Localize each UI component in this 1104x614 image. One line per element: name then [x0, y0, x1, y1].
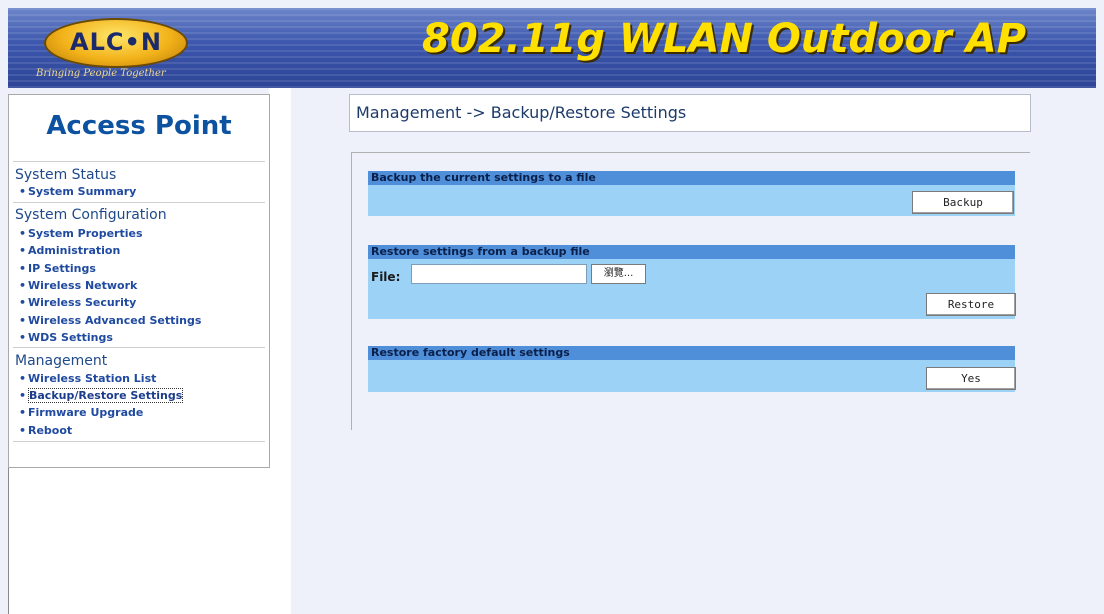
bullet-icon: •	[19, 314, 27, 327]
product-title: 802.11g WLAN Outdoor AP	[422, 16, 1027, 62]
sidebar-divider	[8, 466, 9, 614]
bullet-icon: •	[19, 406, 27, 419]
sidebar-item-wireless-advanced-settings[interactable]: • Wireless Advanced Settings	[19, 314, 201, 327]
bullet-icon: •	[19, 389, 27, 402]
sidebar-separator	[13, 202, 265, 203]
factory-default-section-heading: Restore factory default settings	[368, 346, 1015, 360]
alcon-logo: ALC•N	[44, 18, 188, 68]
logo-tagline: Bringing People Together	[36, 68, 166, 79]
backup-button[interactable]: Backup	[912, 191, 1014, 214]
backup-section-heading: Backup the current settings to a file	[368, 171, 1015, 185]
browse-button[interactable]: 瀏覽...	[591, 264, 646, 284]
bullet-icon: •	[19, 279, 27, 292]
file-path-input[interactable]	[411, 264, 587, 284]
sidebar-lower-area	[9, 467, 291, 614]
sidebar-item-reboot[interactable]: • Reboot	[19, 424, 72, 437]
header-banner: ALC•N Bringing People Together 802.11g W…	[8, 8, 1096, 88]
bullet-icon: •	[19, 331, 27, 344]
breadcrumb: Management -> Backup/Restore Settings	[349, 94, 1031, 132]
factory-default-section-body	[368, 360, 1015, 392]
section-heading-system-status: System Status	[15, 167, 117, 183]
bullet-icon: •	[19, 372, 27, 385]
sidebar-item-administration[interactable]: • Administration	[19, 244, 120, 257]
restore-button[interactable]: Restore	[926, 293, 1016, 316]
bullet-icon: •	[19, 244, 27, 257]
sidebar-item-ip-settings[interactable]: • IP Settings	[19, 262, 96, 275]
sidebar-separator	[13, 161, 265, 162]
bullet-icon: •	[19, 262, 27, 275]
sidebar-item-firmware-upgrade[interactable]: • Firmware Upgrade	[19, 406, 143, 419]
content-divider	[352, 152, 1030, 153]
restore-section-heading: Restore settings from a backup file	[368, 245, 1015, 259]
sidebar-separator	[13, 347, 265, 348]
bullet-icon: •	[19, 424, 27, 437]
sidebar: Access Point System Status • System Summa…	[8, 94, 270, 468]
file-label: File:	[371, 270, 401, 284]
sidebar-item-system-summary[interactable]: • System Summary	[19, 185, 136, 198]
content-divider-vertical	[351, 152, 352, 430]
section-heading-management: Management	[15, 353, 108, 369]
section-heading-system-configuration: System Configuration	[15, 207, 167, 223]
bullet-icon: •	[19, 296, 27, 309]
sidebar-item-backup-restore-settings[interactable]: • Backup/Restore Settings	[19, 388, 184, 403]
sidebar-item-wds-settings[interactable]: • WDS Settings	[19, 331, 113, 344]
sidebar-item-wireless-network[interactable]: • Wireless Network	[19, 279, 137, 292]
sidebar-item-wireless-station-list[interactable]: • Wireless Station List	[19, 372, 156, 385]
sidebar-item-wireless-security[interactable]: • Wireless Security	[19, 296, 136, 309]
sidebar-item-system-properties[interactable]: • System Properties	[19, 227, 143, 240]
bullet-icon: •	[19, 185, 27, 198]
sidebar-title: Access Point	[46, 111, 232, 141]
factory-reset-yes-button[interactable]: Yes	[926, 367, 1016, 390]
page-title: Management -> Backup/Restore Settings	[356, 103, 687, 122]
sidebar-separator	[13, 441, 265, 442]
bullet-icon: •	[19, 227, 27, 240]
